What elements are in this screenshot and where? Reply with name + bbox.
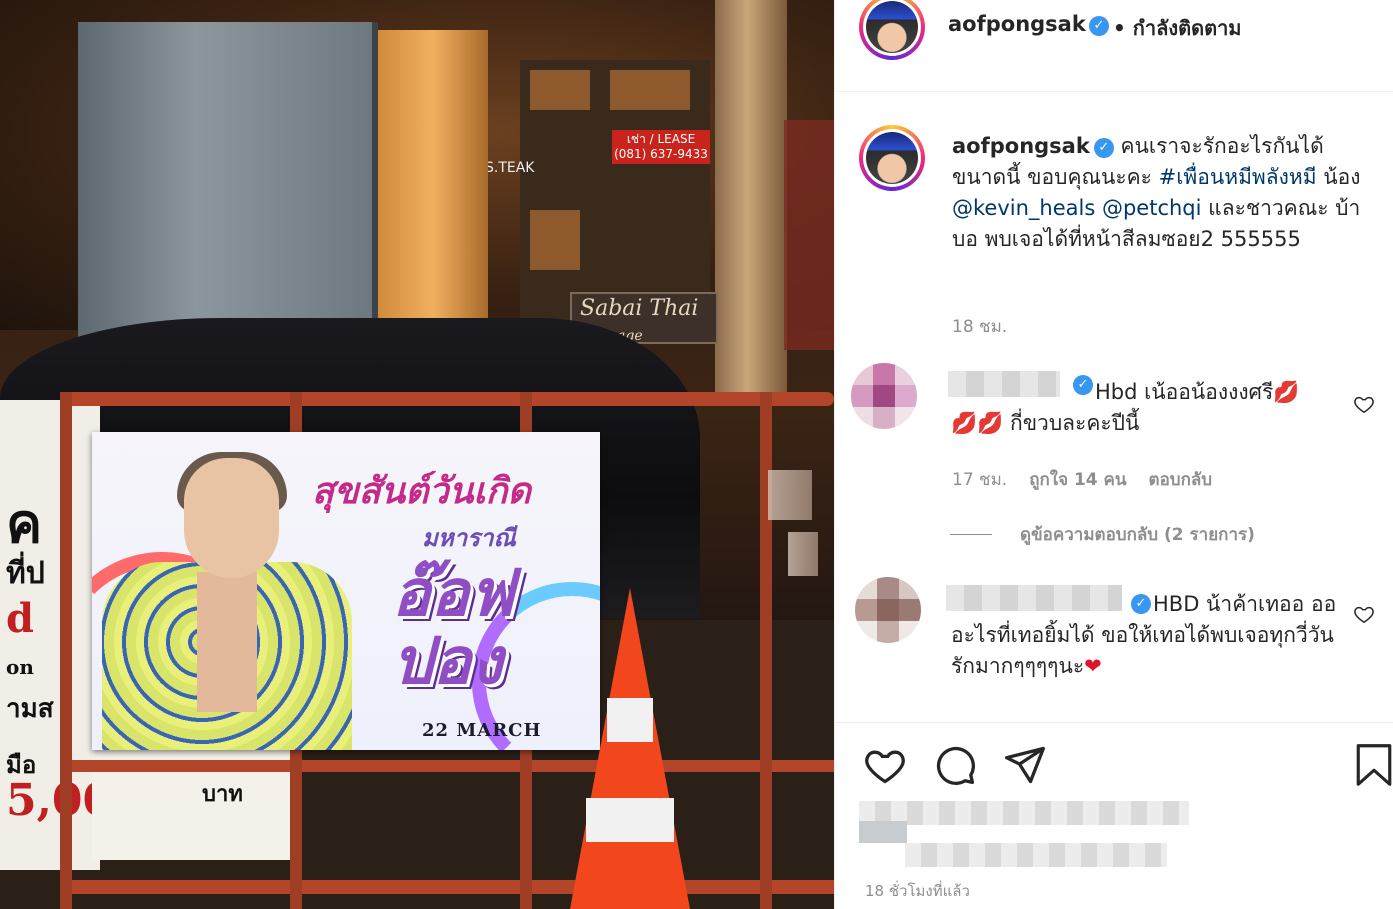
red-heart-emoji: ❤ (1084, 654, 1102, 678)
blurred-area (788, 532, 818, 576)
caption-space (1095, 196, 1102, 220)
banner-name: อ๊อฟ ปอง (392, 557, 515, 699)
caption-time[interactable]: 18 ชม. (952, 313, 1007, 340)
comment-meta: 17 ชม. ถูกใจ 14 คน ตอบกลับ (952, 466, 1212, 493)
photo-kiosk-side (378, 30, 488, 340)
caption-username[interactable]: aofpongsak (952, 134, 1090, 158)
left-board-line3: d (6, 595, 34, 642)
comment-text: Hbd เน้ออน้องงงศรี💋 💋💋 กี่ขวบละคะปีนี้ (951, 377, 1331, 439)
lips-emoji: 💋 (951, 411, 978, 435)
comment-reply-button[interactable]: ตอบกลับ (1149, 470, 1213, 490)
verified-badge-icon: ✓ (1093, 138, 1114, 158)
author-avatar-image (866, 1, 918, 53)
comments-scroll-area[interactable]: aofpongsak ✓ คนเราจะรักอะไรกันได้ขนาดนี้ … (835, 93, 1393, 721)
left-board-line2: ที่ป (6, 556, 45, 591)
post-actions-bar: 18 ชั่วโมงที่แล้ว (835, 722, 1393, 909)
left-board-unit: บาท (202, 781, 243, 807)
mention-link-kevin[interactable]: @kevin_heals (952, 196, 1095, 220)
comment-bubble-icon[interactable] (933, 743, 977, 787)
barrier-rail-mid (60, 760, 834, 772)
save-bookmark-icon[interactable] (1353, 741, 1393, 789)
banner-subtitle: มหาราณี (422, 524, 516, 552)
author-username[interactable]: aofpongsak (948, 12, 1086, 36)
caption-text: aofpongsak ✓ คนเราจะรักอะไรกันได้ขนาดนี้ … (952, 131, 1362, 255)
post-photo[interactable]: เช่า / LEASE (081) 637-9433 S.TEAK Sabai… (0, 0, 834, 909)
photo-side-sign (784, 120, 834, 350)
verified-badge-icon: ✓ (1089, 16, 1109, 36)
traffic-cone (570, 588, 690, 909)
commenter-avatar-blurred[interactable] (855, 577, 921, 643)
mention-link-petchqi[interactable]: @petchqi (1102, 196, 1202, 220)
barrier-leg (60, 392, 72, 909)
view-replies-label: ดูข้อความตอบกลับ (2 รายการ) (1020, 525, 1255, 545)
post-side-panel: aofpongsak ✓ • กำลังติดตาม aofpongsak ✓ ค… (834, 0, 1393, 909)
massage-sign-title: Sabai Thai (580, 296, 699, 321)
banner-title: สุขสันต์วันเกิด (312, 471, 531, 512)
post-header: aofpongsak ✓ • กำลังติดตาม (835, 0, 1393, 92)
photo-kiosk (78, 22, 378, 352)
divider-line (950, 534, 992, 535)
comment-text: HBD น้าค้าเทออ ออ อะไรที่เทอยิ้มได้ ขอให… (951, 589, 1341, 682)
caption-avatar-image (866, 132, 918, 184)
commenter-avatar-blurred[interactable] (851, 363, 917, 429)
following-status[interactable]: • กำลังติดตาม (1113, 12, 1242, 44)
lips-emoji: 💋 (977, 411, 1004, 435)
comment-text-part: กี่ขวบละคะปีนี้ (1003, 411, 1140, 435)
left-board-lower: บาท (92, 740, 292, 860)
barrier-rail-top (60, 392, 834, 406)
birthday-banner: สุขสันต์วันเกิด มหาราณี อ๊อฟ ปอง 22 MARC… (92, 432, 600, 750)
barrier-rail-bottom (60, 880, 834, 894)
comment-text-part: HBD น้าค้าเทออ ออ อะไรที่เทอยิ้มได้ ขอให… (951, 592, 1337, 678)
hashtag-link[interactable]: #เพื่อนหมีพลังหมี (1159, 165, 1317, 189)
likes-text-blurred (905, 843, 1167, 867)
view-replies-button[interactable]: ดูข้อความตอบกลับ (2 รายการ) (950, 521, 1255, 548)
author-avatar[interactable] (859, 0, 925, 60)
share-paper-plane-icon[interactable] (1003, 743, 1047, 787)
left-board-line5: ามส (6, 694, 54, 724)
comment-like-heart-icon[interactable] (1353, 603, 1375, 625)
caption-avatar[interactable] (859, 125, 925, 191)
like-heart-icon[interactable] (863, 743, 907, 787)
blurred-area (768, 470, 812, 520)
comment-like-heart-icon[interactable] (1353, 393, 1375, 415)
post-timestamp[interactable]: 18 ชั่วโมงที่แล้ว (865, 879, 970, 903)
comment-time[interactable]: 17 ชม. (952, 470, 1007, 490)
photo-pillar (715, 0, 787, 400)
likes-avatar-blurred (859, 821, 907, 843)
likes-summary-blurred[interactable] (859, 801, 1189, 825)
caption-text-part: น้อง (1316, 165, 1361, 189)
steak-sign: S.TEAK (485, 160, 535, 176)
left-board: ค ที่ป d on ามส มือ 5,000 (0, 400, 144, 870)
lips-emoji: 💋 (1273, 380, 1300, 404)
left-board-line4: on (6, 655, 34, 679)
comment-likes[interactable]: ถูกใจ 14 คน (1029, 470, 1126, 490)
comment-text-part: Hbd เน้ออน้องงงศรี (1095, 380, 1274, 404)
lease-sign: เช่า / LEASE (081) 637-9433 (612, 130, 710, 164)
banner-date: 22 MARCH (422, 720, 542, 741)
